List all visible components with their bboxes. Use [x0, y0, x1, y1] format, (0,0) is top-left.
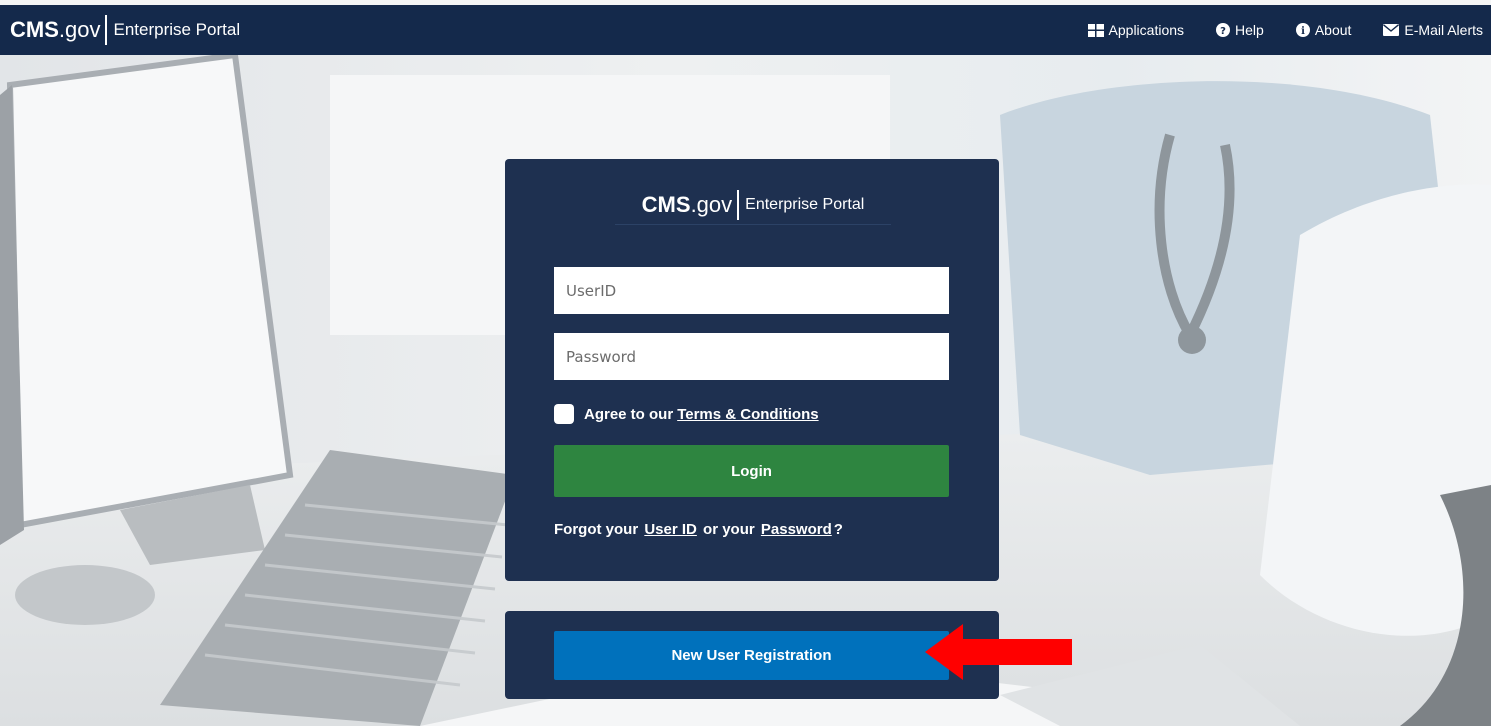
- logo-divider: [105, 15, 108, 45]
- forgot-middle-text: or your: [703, 521, 755, 538]
- svg-text:?: ?: [1220, 26, 1226, 37]
- svg-text:i: i: [1301, 26, 1305, 37]
- logo-portal-text: Enterprise Portal: [745, 196, 865, 213]
- logo-gov-text: .gov: [690, 192, 733, 217]
- forgot-credentials: Forgot your User ID or your Password?: [554, 521, 843, 538]
- grid-icon: [1087, 23, 1104, 37]
- logo-cms-text: CMS: [641, 192, 691, 217]
- logo-gov-text: .gov: [58, 17, 101, 42]
- nav-help[interactable]: ? Help: [1216, 22, 1264, 38]
- logo-portal-text: Enterprise Portal: [113, 20, 241, 39]
- nav-about-label: About: [1314, 22, 1352, 38]
- forgot-prefix-text: Forgot your: [554, 521, 639, 538]
- terms-checkbox[interactable]: [554, 404, 574, 424]
- userid-input[interactable]: [554, 267, 949, 314]
- forgot-userid-link[interactable]: User ID: [644, 521, 697, 538]
- cms-enterprise-portal-logo[interactable]: CMS .gov Enterprise Portal: [10, 15, 240, 45]
- nav-applications[interactable]: Applications: [1087, 22, 1185, 38]
- new-user-registration-button[interactable]: New User Registration: [554, 631, 949, 680]
- login-panel: CMS.gov Enterprise Portal Agree to our T…: [505, 159, 999, 581]
- logo-cms-text: CMS: [10, 17, 59, 42]
- forgot-suffix-text: ?: [833, 521, 843, 538]
- login-button[interactable]: Login: [554, 445, 949, 497]
- login-panel-logo: CMS .gov Enterprise Portal: [615, 186, 891, 225]
- top-navigation-bar: CMS .gov Enterprise Portal Applications ?…: [0, 5, 1491, 55]
- question-circle-icon: ?: [1216, 23, 1231, 37]
- agree-text: Agree to our: [584, 405, 674, 423]
- logo-divider: [737, 190, 740, 220]
- forgot-password-link[interactable]: Password: [761, 521, 832, 538]
- nav-about[interactable]: i About: [1295, 22, 1352, 38]
- nav-email-alerts[interactable]: E-Mail Alerts: [1383, 22, 1483, 38]
- envelope-icon: [1383, 24, 1400, 36]
- nav-applications-label: Applications: [1108, 22, 1185, 38]
- password-input[interactable]: [554, 333, 949, 380]
- nav-help-label: Help: [1235, 22, 1264, 38]
- top-nav-links: Applications ? Help i About E-Mail Alert…: [1056, 5, 1491, 55]
- terms-conditions-link[interactable]: Terms & Conditions: [677, 406, 818, 423]
- terms-agreement: Agree to our Terms & Conditions: [554, 404, 819, 424]
- nav-email-alerts-label: E-Mail Alerts: [1404, 22, 1483, 38]
- red-arrow-annotation: [925, 624, 1072, 680]
- info-circle-icon: i: [1295, 23, 1310, 37]
